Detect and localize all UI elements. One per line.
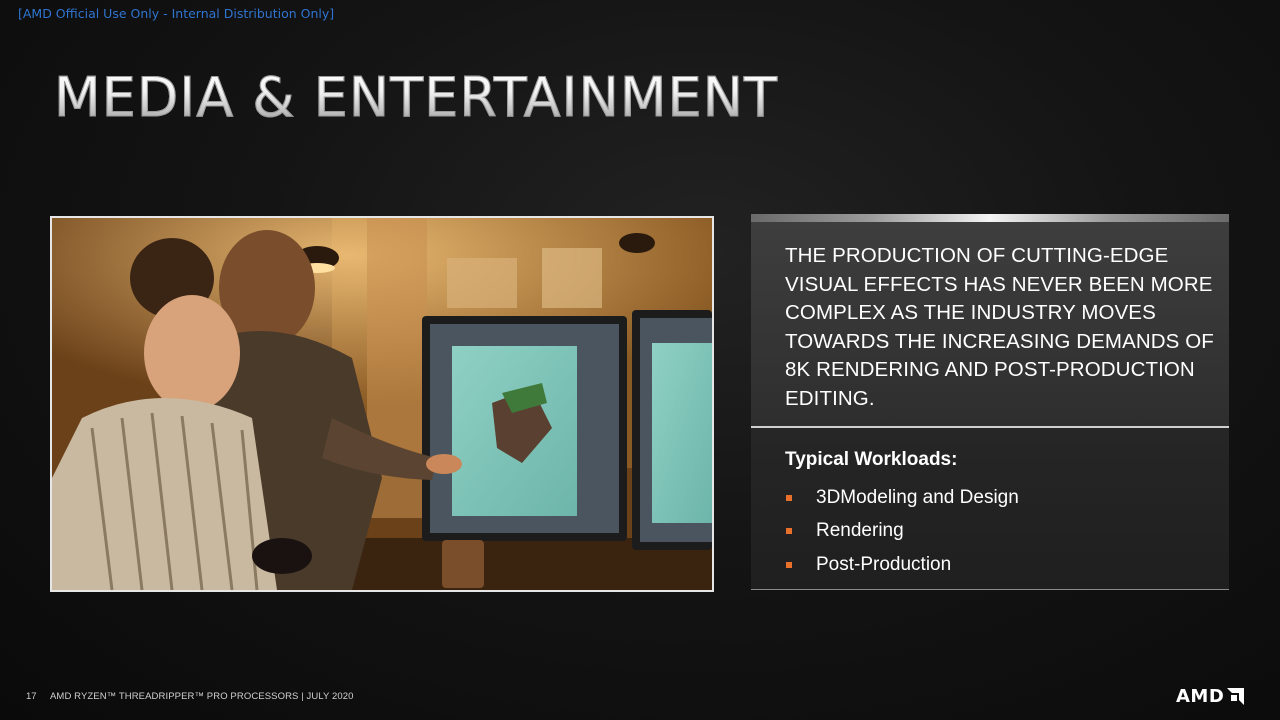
footer-text: AMD RYZEN™ THREADRIPPER™ PRO PROCESSORS … — [50, 691, 354, 702]
panel-bottom-border — [751, 589, 1229, 590]
logo-text: AMD — [1176, 686, 1225, 707]
hero-photo — [50, 216, 714, 592]
list-item: Rendering — [785, 515, 1019, 549]
list-item: 3DModeling and Design — [785, 481, 1019, 515]
page-number: 17 — [26, 691, 37, 702]
workload-label: Post-Production — [816, 553, 952, 575]
square-bullet-icon — [786, 561, 792, 568]
panel-accent-bar — [751, 214, 1229, 222]
workload-label: 3DModeling and Design — [816, 486, 1019, 508]
amd-logo: AMD — [1176, 686, 1245, 707]
workloads-list: 3DModeling and Design Rendering Post-Pro… — [785, 481, 1019, 582]
slide-title: MEDIA & ENTERTAINMENT — [54, 66, 778, 130]
panel-description: THE PRODUCTION OF CUTTING-EDGE VISUAL EF… — [785, 244, 1214, 410]
list-item: Post-Production — [785, 548, 1019, 582]
workloads-heading: Typical Workloads: — [785, 449, 958, 470]
classification-label: [AMD Official Use Only - Internal Distri… — [18, 6, 335, 21]
workload-label: Rendering — [816, 520, 904, 542]
square-bullet-icon — [786, 494, 792, 501]
amd-arrow-icon — [1227, 688, 1245, 705]
square-bullet-icon — [786, 528, 792, 535]
photo-illustration — [52, 218, 712, 590]
